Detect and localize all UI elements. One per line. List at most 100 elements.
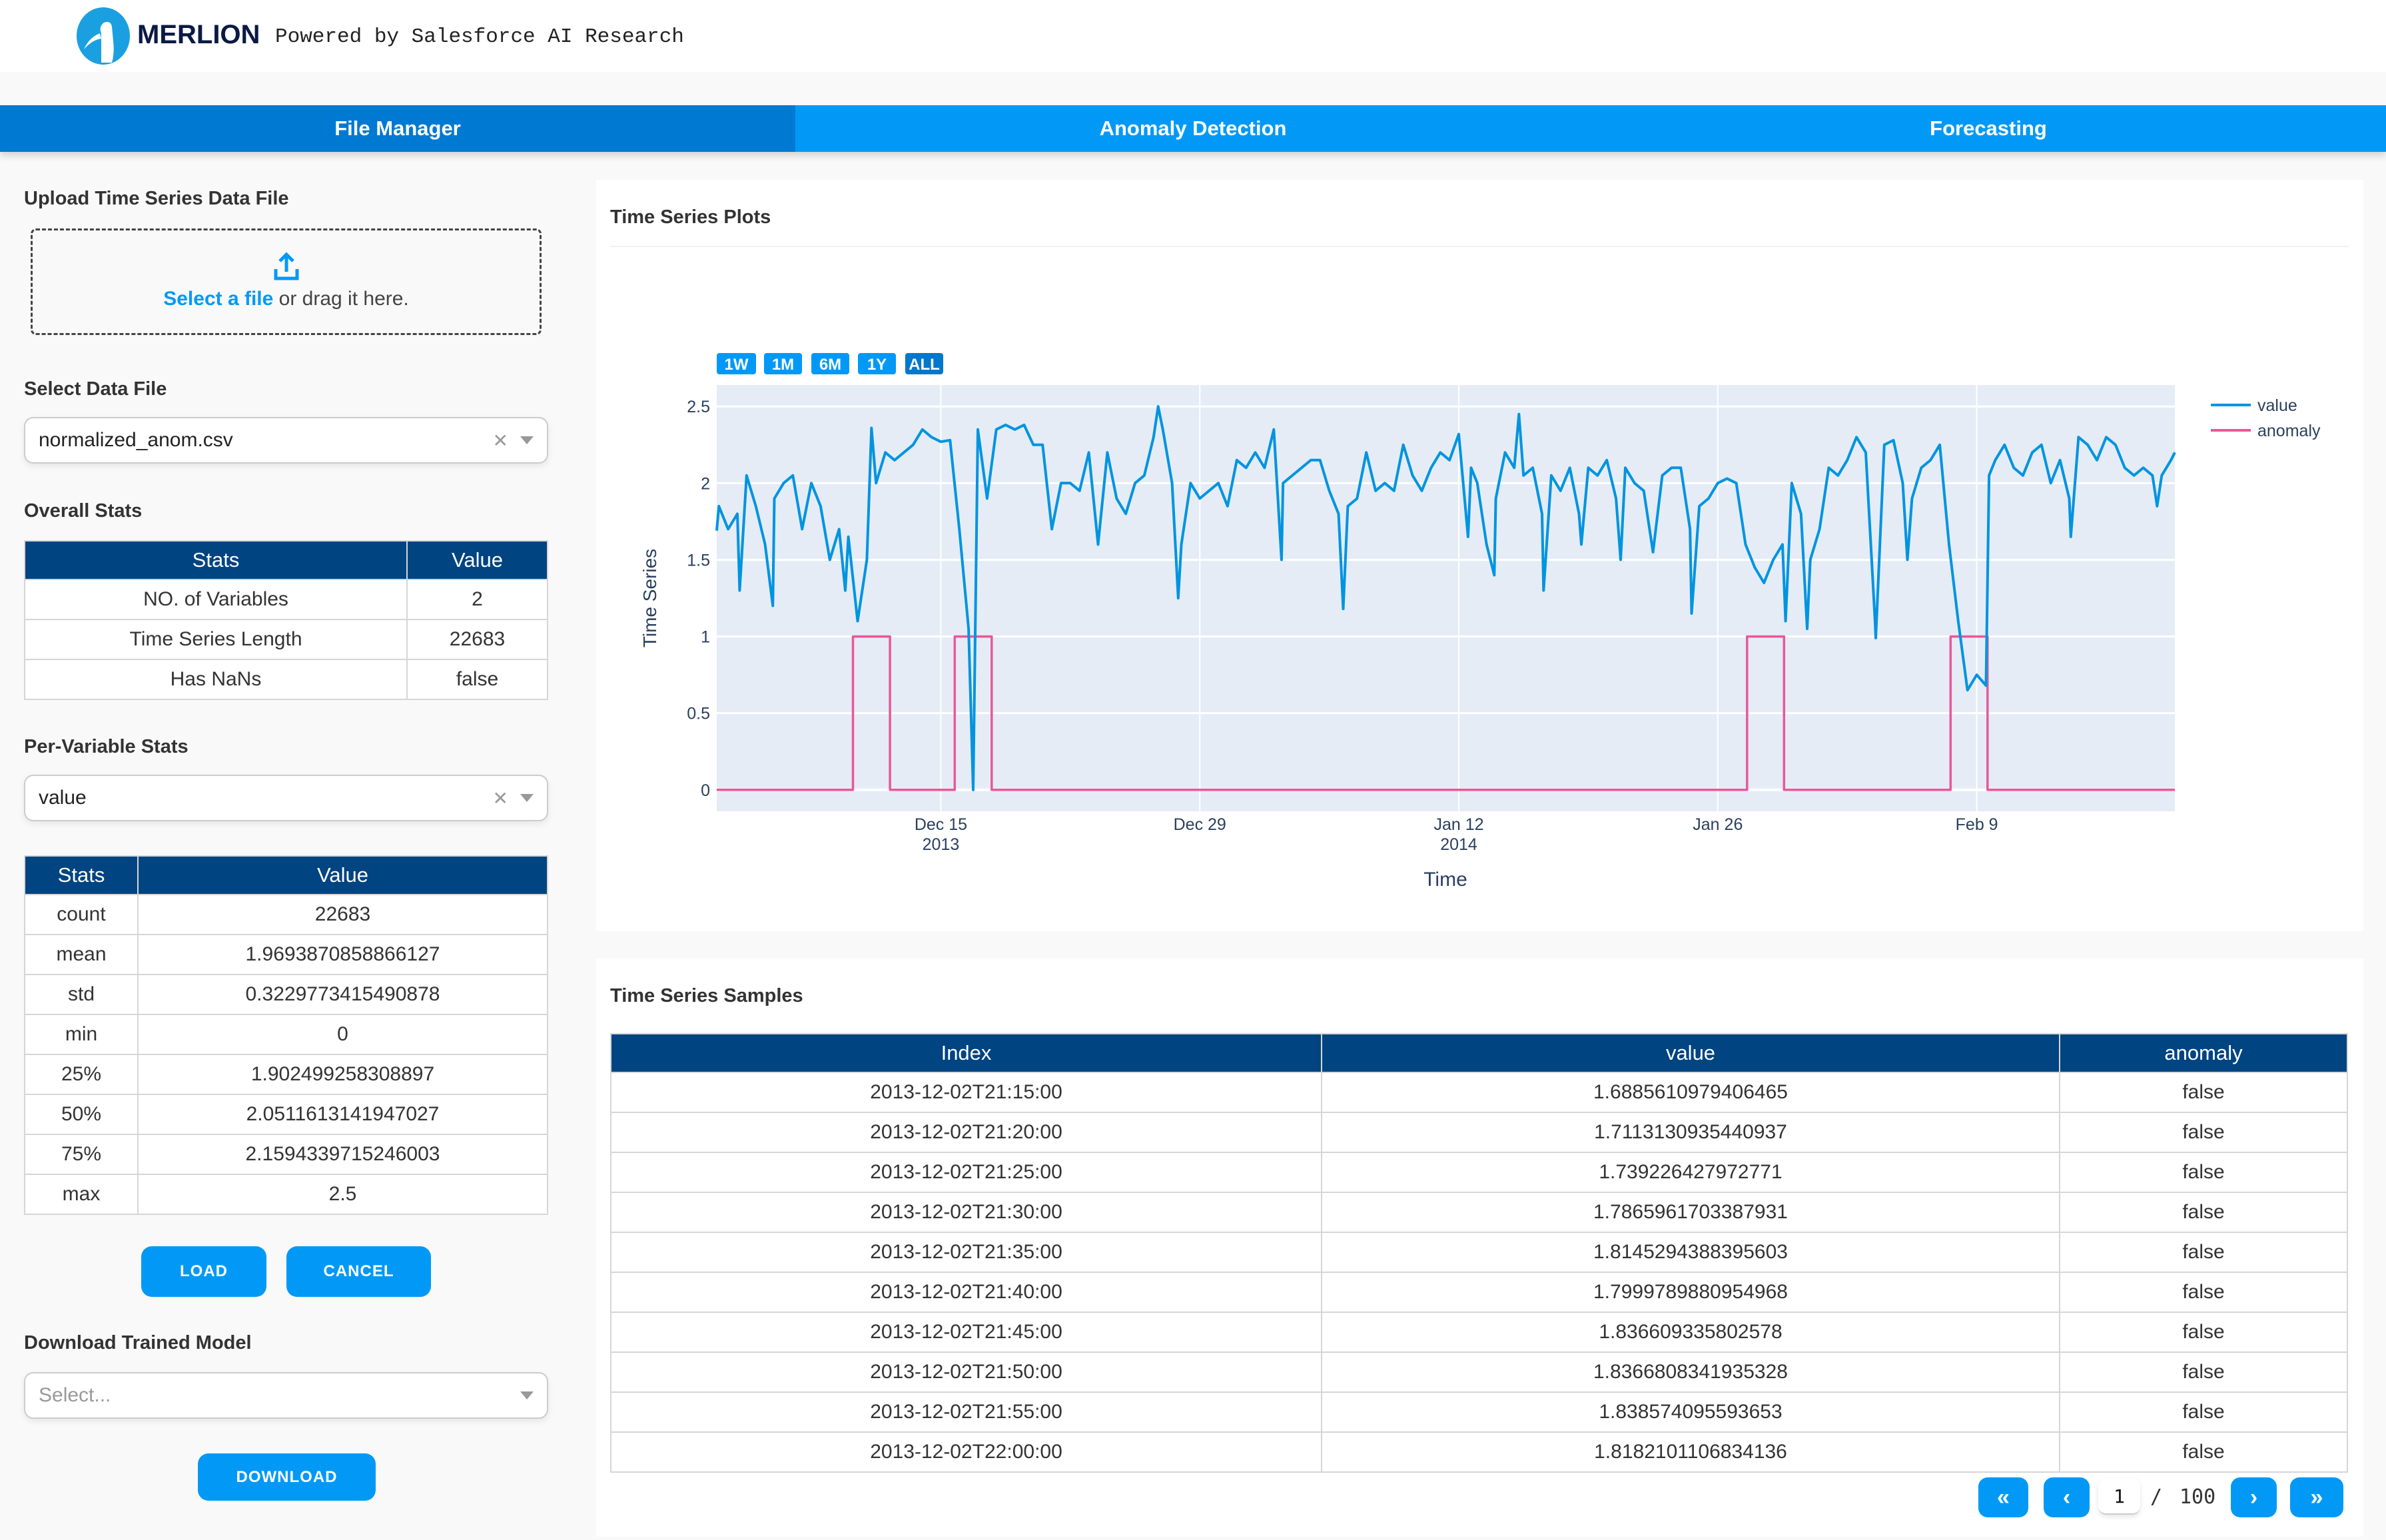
table-cell: 2013-12-02T22:00:00	[610, 1431, 1322, 1473]
brand-name: MERLION	[137, 20, 260, 49]
x-tick-label: Feb 9	[1956, 815, 1998, 834]
sample-row: 2013-12-02T21:15:00 1.6885610979406465 fal…	[610, 1072, 2348, 1113]
range-button-label[interactable]: 1Y	[867, 356, 887, 374]
chevron-down-icon[interactable]	[520, 1391, 534, 1399]
table-cell: 1.8182101106834136	[1321, 1431, 2060, 1473]
chevron-down-icon[interactable]	[520, 794, 534, 802]
column-header-index: Index	[610, 1033, 1322, 1073]
x-tick-label: Dec 15	[915, 815, 967, 834]
table-cell: false	[2059, 1072, 2348, 1113]
model-select[interactable]: Select...	[24, 1372, 548, 1419]
table-cell: 75%	[24, 1134, 139, 1175]
y-tick-label: 0	[701, 781, 710, 800]
table-cell: count	[24, 894, 139, 935]
load-button[interactable]: LOAD	[141, 1246, 266, 1297]
chevron-down-icon[interactable]	[520, 436, 534, 444]
overall-stats-row: Has NaNs false	[24, 659, 548, 700]
y-tick-label: 1	[701, 628, 710, 647]
table-cell: 22683	[137, 894, 548, 935]
tab-file-manager[interactable]: File Manager	[0, 105, 795, 152]
x-axis-title: Time	[1423, 869, 1467, 891]
table-cell: 1.6885610979406465	[1321, 1072, 2060, 1113]
table-cell: 2	[406, 579, 548, 620]
table-cell: 2013-12-02T21:20:00	[610, 1112, 1322, 1153]
per-variable-stats-row: count 22683	[24, 894, 548, 935]
table-cell: 0.3229773415490878	[137, 974, 548, 1015]
upload-hint: or drag it here.	[273, 288, 409, 310]
file-upload-dropzone[interactable]: Select a file or drag it here.	[31, 228, 542, 335]
table-cell: 2013-12-02T21:50:00	[610, 1351, 1322, 1393]
model-select-placeholder: Select...	[39, 1384, 111, 1406]
table-cell: 1.7999789880954968	[1321, 1272, 2060, 1313]
tab-anomaly-detection[interactable]: Anomaly Detection	[795, 105, 1591, 152]
samples-title: Time Series Samples	[610, 985, 803, 1006]
overall-stats-row: NO. of Variables 2	[24, 579, 548, 620]
sample-row: 2013-12-02T21:55:00 1.838574095593653 fals…	[610, 1391, 2348, 1433]
table-cell: 1.838574095593653	[1321, 1391, 2060, 1433]
merlion-logo-icon	[77, 7, 130, 65]
next-page-button[interactable]: ›	[2231, 1477, 2277, 1517]
sample-row: 2013-12-02T21:50:00 1.8366808341935328 fal…	[610, 1351, 2348, 1393]
table-cell: std	[24, 974, 139, 1015]
x-tick-year: 2013	[923, 835, 960, 854]
select-file-link[interactable]: Select a file	[163, 288, 273, 310]
table-cell: 2.1594339715246003	[137, 1134, 548, 1175]
overall-stats-title: Overall Stats	[24, 500, 143, 522]
table-cell: min	[24, 1014, 139, 1055]
cancel-button[interactable]: CANCEL	[286, 1246, 431, 1297]
table-cell: 25%	[24, 1054, 139, 1095]
table-cell: false	[2059, 1312, 2348, 1353]
variable-value: value	[39, 787, 87, 809]
table-cell: false	[2059, 1391, 2348, 1433]
main-tabs: File Manager Anomaly Detection Forecasti…	[0, 105, 2386, 152]
range-button-label[interactable]: 1M	[772, 356, 794, 374]
table-cell: 1.7865961703387931	[1321, 1192, 2060, 1233]
download-model-title: Download Trained Model	[24, 1332, 252, 1353]
y-tick-label: 2.5	[687, 398, 710, 416]
table-cell: 2013-12-02T21:15:00	[610, 1072, 1322, 1113]
table-cell: false	[2059, 1351, 2348, 1393]
per-variable-stats-row: 75% 2.1594339715246003	[24, 1134, 548, 1175]
per-variable-stats-title: Per-Variable Stats	[24, 736, 189, 757]
x-tick-label: Dec 29	[1174, 815, 1226, 834]
table-cell: 2013-12-02T21:40:00	[610, 1272, 1322, 1313]
data-file-select[interactable]: normalized_anom.csv ✕	[24, 417, 548, 464]
sample-row: 2013-12-02T21:35:00 1.8145294388395603 fal…	[610, 1232, 2348, 1273]
sample-row: 2013-12-02T21:40:00 1.7999789880954968 fal…	[610, 1272, 2348, 1313]
table-cell: Time Series Length	[24, 619, 408, 660]
y-axis-title: Time Series	[639, 549, 660, 647]
column-header: Stats	[24, 855, 139, 895]
select-data-file-title: Select Data File	[24, 378, 167, 400]
per-variable-stats-row: 25% 1.902499258308897	[24, 1054, 548, 1095]
table-cell: false	[2059, 1152, 2348, 1193]
range-button-label[interactable]: 6M	[819, 356, 841, 374]
range-button-label[interactable]: 1W	[725, 356, 749, 374]
tab-forecasting[interactable]: Forecasting	[1591, 105, 2386, 152]
time-series-chart[interactable]: Dec 152013 Dec 29 Jan 122014 Jan 26 Feb 9 0 0.…	[596, 180, 2363, 931]
clear-icon[interactable]: ✕	[493, 430, 508, 452]
samples-table: Index value anomaly 2013-12-02T21:15:00 1…	[610, 1033, 2348, 1473]
table-cell: 1.8366808341935328	[1321, 1351, 2060, 1393]
range-button-label[interactable]: ALL	[909, 356, 940, 374]
pagination: « ‹ 1 / 100 › »	[0, 1477, 2386, 1517]
table-cell: 2013-12-02T21:30:00	[610, 1192, 1322, 1233]
overall-stats-table: Stats Value NO. of Variables 2 Time Series…	[24, 540, 548, 700]
table-cell: false	[2059, 1112, 2348, 1153]
table-cell: 1.7113130935440937	[1321, 1112, 2060, 1153]
page-number-input[interactable]: 1	[2098, 1479, 2140, 1515]
app-header: MERLION Powered by Salesforce AI Researc…	[0, 0, 2386, 72]
column-header: Value	[406, 540, 548, 580]
column-header-anomaly: anomaly	[2059, 1033, 2348, 1073]
table-cell: 2013-12-02T21:25:00	[610, 1152, 1322, 1193]
table-cell: 0	[137, 1014, 548, 1055]
y-tick-label: 2	[701, 474, 710, 493]
last-page-button[interactable]: »	[2290, 1477, 2343, 1517]
per-variable-stats-row: mean 1.9693870858866127	[24, 934, 548, 975]
first-page-button[interactable]: «	[1978, 1477, 2028, 1517]
variable-select[interactable]: value ✕	[24, 775, 548, 821]
tagline: Powered by Salesforce AI Research	[275, 25, 684, 49]
clear-icon[interactable]: ✕	[493, 787, 508, 809]
sample-row: 2013-12-02T22:00:00 1.8182101106834136 fal…	[610, 1431, 2348, 1473]
previous-page-button[interactable]: ‹	[2044, 1477, 2090, 1517]
table-cell: 1.739226427972771	[1321, 1152, 2060, 1193]
